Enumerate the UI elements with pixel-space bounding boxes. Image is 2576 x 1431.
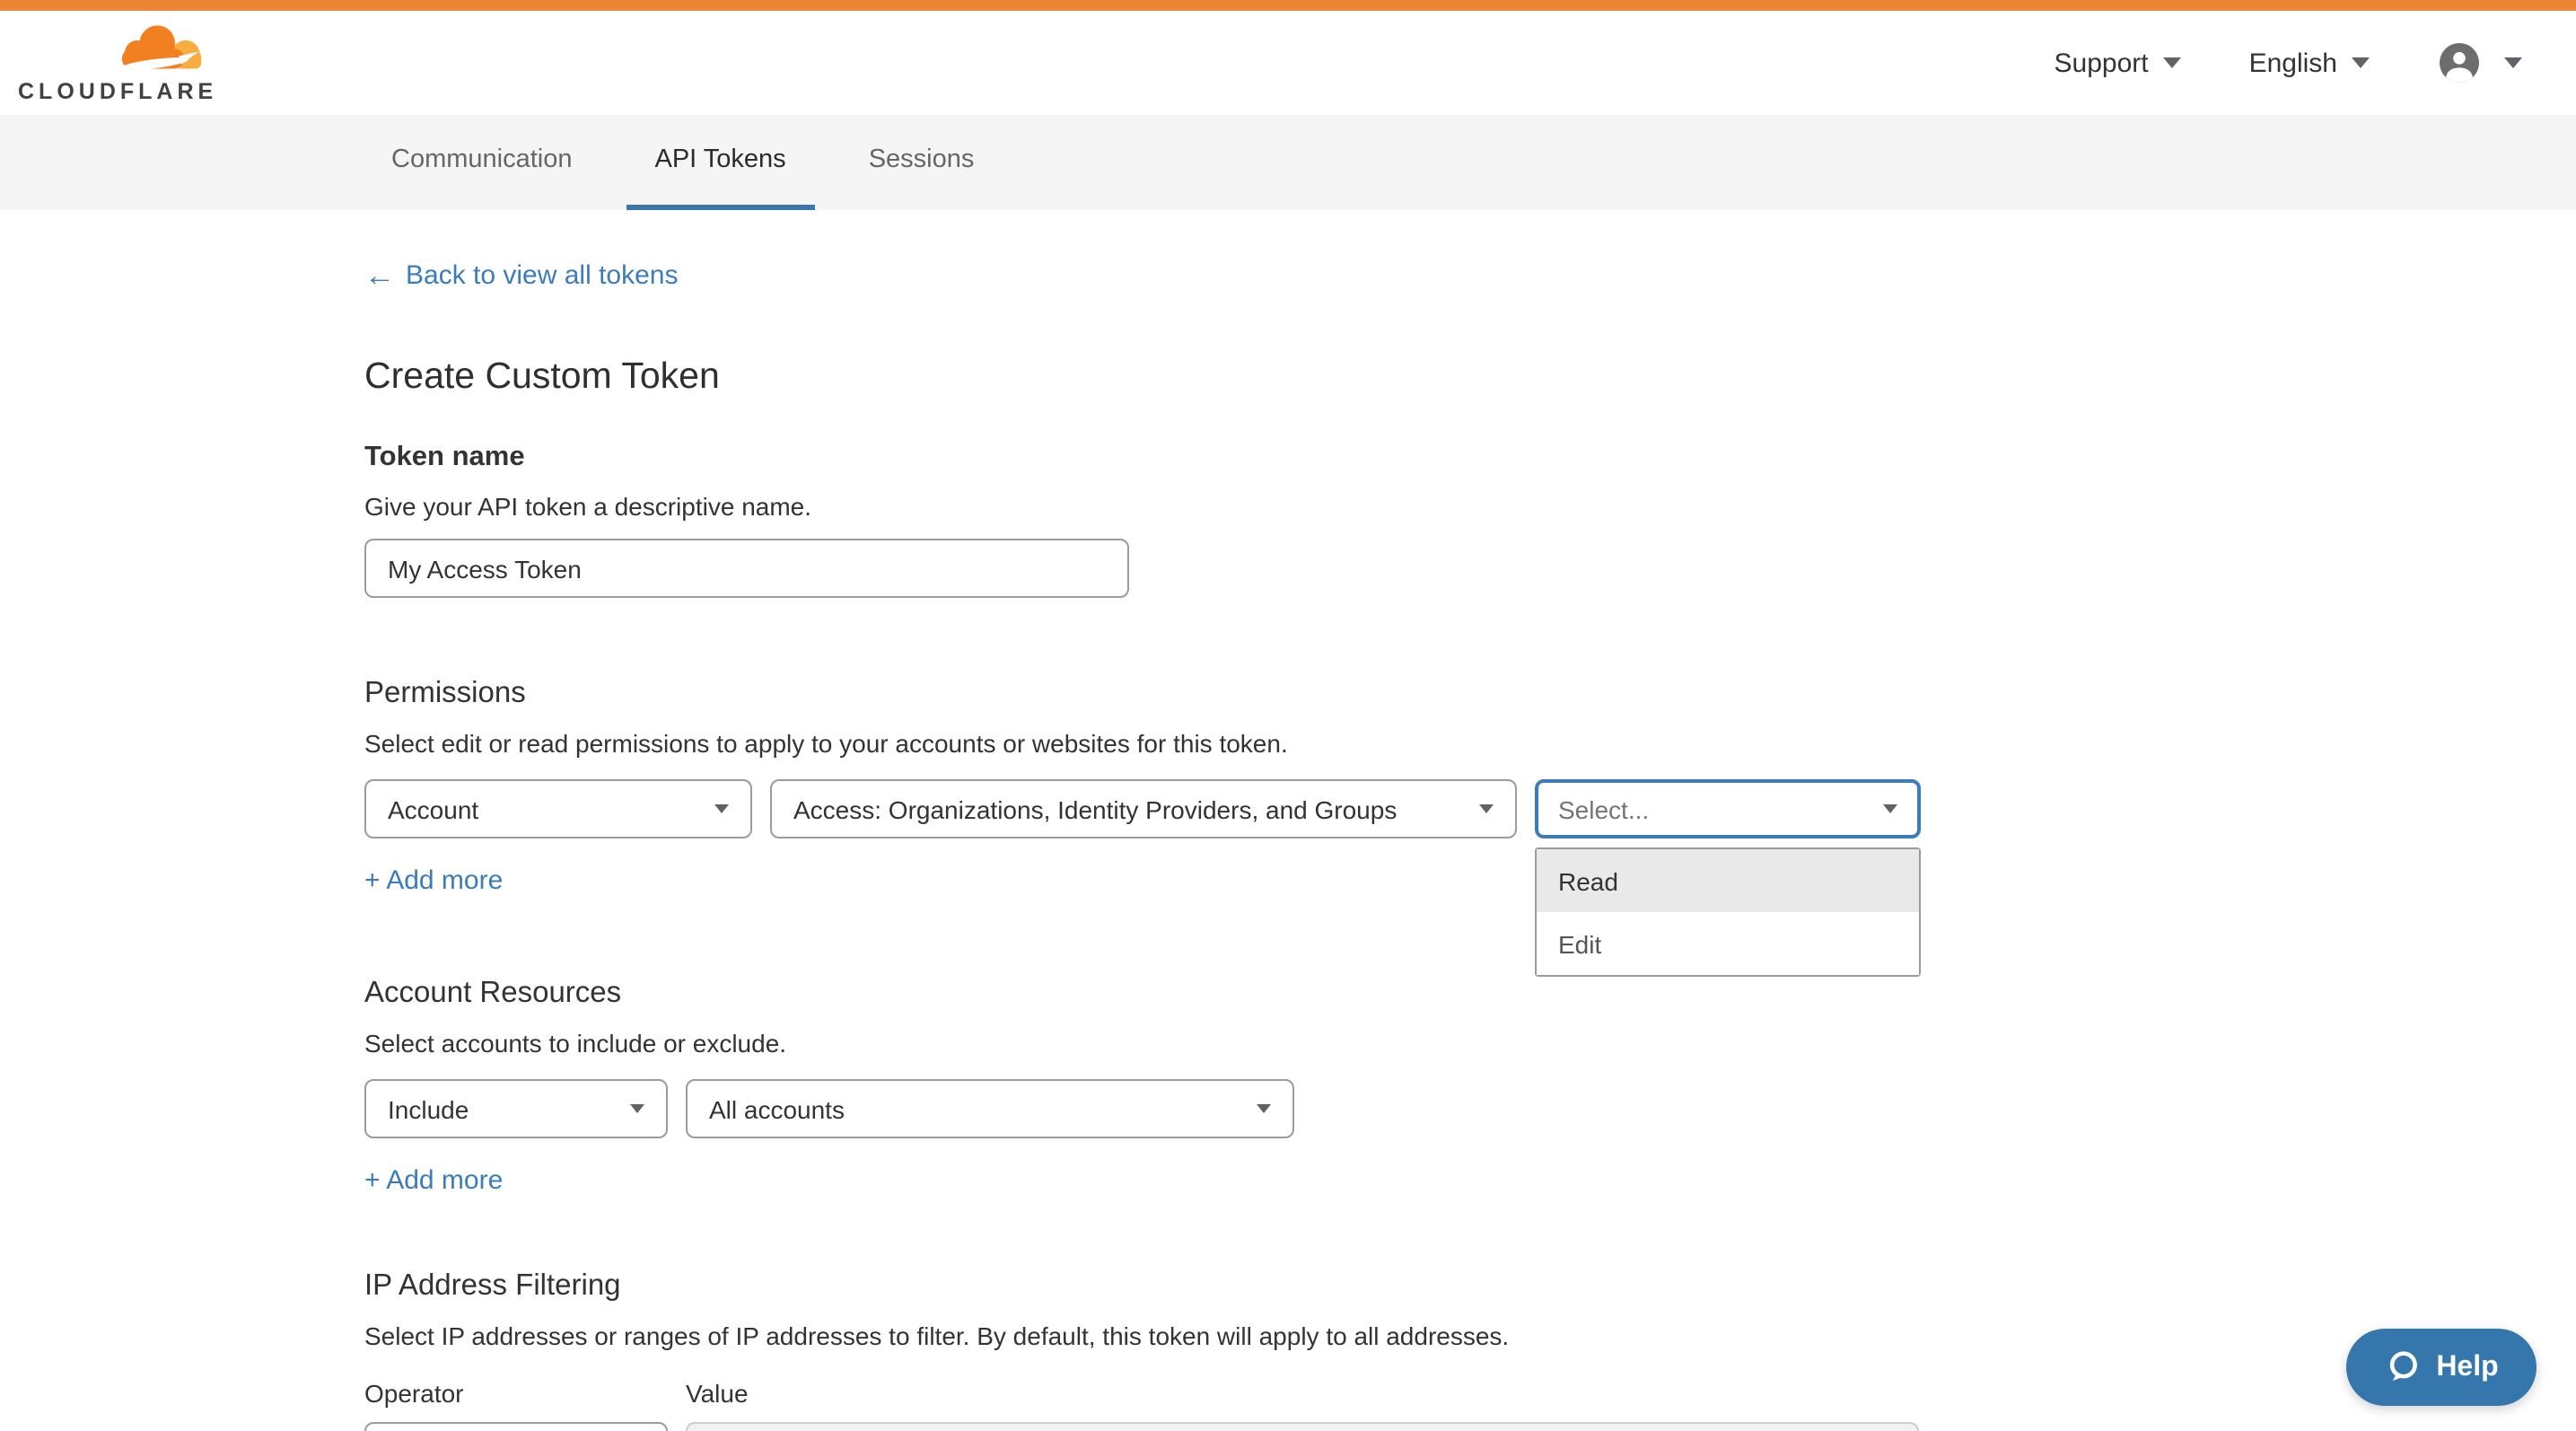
cloudflare-cloud-icon — [115, 22, 208, 76]
tab-api-tokens[interactable]: API Tokens — [626, 115, 815, 210]
permissions-heading: Permissions — [364, 677, 2576, 711]
back-link-label: Back to view all tokens — [406, 260, 679, 291]
chevron-down-icon — [2352, 57, 2370, 68]
permission-resource-select[interactable]: Access: Organizations, Identity Provider… — [770, 779, 1517, 838]
support-menu-label: Support — [2055, 48, 2149, 78]
account-resources-controls-row: Include All accounts — [364, 1079, 2576, 1138]
permissions-controls-row: Account Access: Organizations, Identity … — [364, 779, 2576, 838]
resource-mode-select[interactable]: Include — [364, 1079, 668, 1138]
account-resources-add-more-link[interactable]: + Add more — [364, 1165, 503, 1196]
ip-value-input[interactable] — [686, 1422, 1919, 1431]
token-name-description: Give your API token a descriptive name. — [364, 492, 2576, 521]
back-to-tokens-link[interactable]: ← Back to view all tokens — [364, 260, 679, 291]
token-name-heading: Token name — [364, 442, 2576, 474]
chevron-down-icon — [630, 1104, 644, 1113]
chat-bubble-icon — [2384, 1348, 2422, 1386]
user-avatar-icon — [2438, 41, 2481, 84]
permission-level-placeholder: Select... — [1558, 795, 1649, 823]
help-button[interactable]: Help — [2346, 1329, 2537, 1406]
chevron-down-icon — [714, 804, 729, 813]
chevron-down-icon — [2504, 57, 2522, 68]
support-menu[interactable]: Support — [2055, 48, 2181, 78]
permissions-description: Select edit or read permissions to apply… — [364, 729, 2576, 758]
account-menu[interactable] — [2438, 41, 2522, 84]
ip-filtering-labels-row: Operator Value — [364, 1379, 2576, 1408]
page-root: CLOUDFLARE Support English — [0, 0, 2576, 1431]
token-name-section: Token name Give your API token a descrip… — [364, 442, 2576, 598]
ip-filtering-description: Select IP addresses or ranges of IP addr… — [364, 1321, 2576, 1350]
account-resources-section: Account Resources Select accounts to inc… — [364, 977, 2576, 1198]
account-resources-description: Select accounts to include or exclude. — [364, 1029, 2576, 1058]
tab-communication[interactable]: Communication — [363, 115, 601, 210]
permissions-section: Permissions Select edit or read permissi… — [364, 677, 2576, 898]
cloudflare-logo[interactable]: CLOUDFLARE — [18, 22, 212, 103]
resource-mode-value: Include — [388, 1094, 469, 1123]
value-label: Value — [686, 1379, 749, 1408]
resource-accounts-value: All accounts — [709, 1094, 845, 1123]
chevron-down-icon — [1257, 1104, 1271, 1113]
help-button-label: Help — [2436, 1351, 2498, 1383]
header: CLOUDFLARE Support English — [0, 11, 2576, 115]
profile-tabbar: Communication API Tokens Sessions — [0, 115, 2576, 210]
page-title: Create Custom Token — [364, 356, 2576, 399]
token-name-input[interactable] — [364, 539, 1129, 598]
permission-level-select[interactable]: Select... — [1535, 779, 1921, 838]
chevron-down-icon — [1883, 804, 1897, 813]
permission-level-select-wrap: Select... Read Edit — [1535, 779, 1921, 838]
permission-scope-value: Account — [388, 795, 478, 823]
menu-option-read[interactable]: Read — [1537, 849, 1919, 912]
permission-level-menu: Read Edit — [1535, 847, 1921, 977]
tab-sessions[interactable]: Sessions — [840, 115, 1003, 210]
chevron-down-icon — [2163, 57, 2181, 68]
ip-filtering-section: IP Address Filtering Select IP addresses… — [364, 1269, 2576, 1431]
resource-accounts-select[interactable]: All accounts — [686, 1079, 1294, 1138]
account-resources-heading: Account Resources — [364, 977, 2576, 1011]
permissions-add-more-link[interactable]: + Add more — [364, 865, 503, 896]
back-arrow-icon: ← — [364, 260, 395, 291]
ip-filtering-heading: IP Address Filtering — [364, 1269, 2576, 1304]
permission-scope-select[interactable]: Account — [364, 779, 752, 838]
header-right: Support English — [2055, 41, 2523, 84]
ip-operator-select[interactable]: Select... — [364, 1422, 668, 1431]
ip-filtering-controls-row: Select... — [364, 1422, 2576, 1431]
menu-option-edit[interactable]: Edit — [1537, 912, 1919, 975]
permission-resource-value: Access: Organizations, Identity Provider… — [793, 795, 1397, 823]
brand-accent-bar — [0, 0, 2576, 11]
operator-label: Operator — [364, 1379, 668, 1408]
language-menu-label: English — [2249, 48, 2337, 78]
cloudflare-logo-text: CLOUDFLARE — [18, 78, 217, 103]
main-content: ← Back to view all tokens Create Custom … — [0, 210, 2576, 1431]
chevron-down-icon — [1479, 804, 1494, 813]
language-menu[interactable]: English — [2249, 48, 2370, 78]
